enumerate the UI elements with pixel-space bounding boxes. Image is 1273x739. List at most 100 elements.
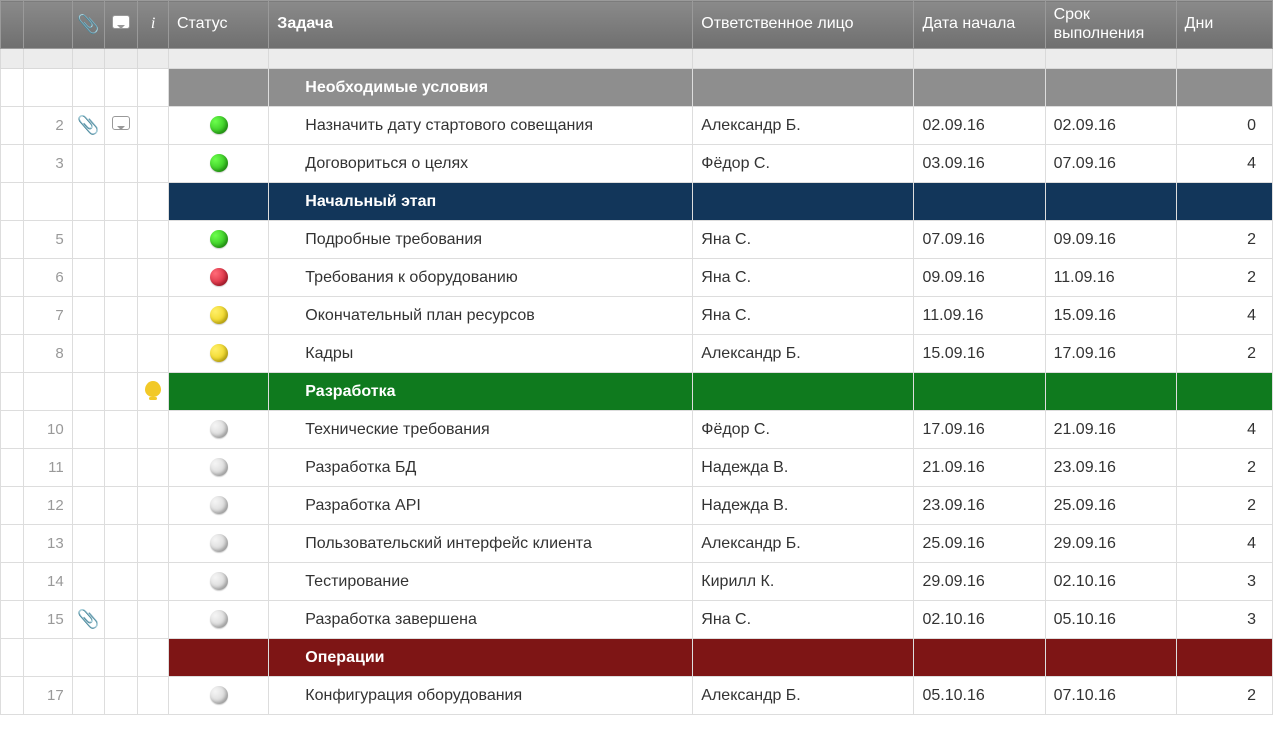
start-cell[interactable]: 05.10.16 bbox=[914, 677, 1045, 715]
status-cell[interactable] bbox=[168, 107, 268, 145]
start-cell[interactable]: 15.09.16 bbox=[914, 335, 1045, 373]
days-cell[interactable]: 2 bbox=[1176, 259, 1272, 297]
table-row[interactable]: 6 Требования к оборудованию Яна С. 09.09… bbox=[1, 259, 1273, 297]
col-status[interactable]: Статус bbox=[168, 1, 268, 49]
col-attachment[interactable]: 📎 bbox=[72, 1, 105, 49]
status-cell[interactable] bbox=[168, 677, 268, 715]
days-cell[interactable]: 3 bbox=[1176, 563, 1272, 601]
col-rownum[interactable] bbox=[23, 1, 72, 49]
table-row[interactable]: 11 Разработка БД Надежда В. 21.09.16 23.… bbox=[1, 449, 1273, 487]
start-cell[interactable]: 07.09.16 bbox=[914, 221, 1045, 259]
days-cell[interactable]: 2 bbox=[1176, 487, 1272, 525]
row-expand[interactable] bbox=[1, 69, 24, 107]
status-cell[interactable] bbox=[168, 525, 268, 563]
col-owner[interactable]: Ответственное лицо bbox=[693, 1, 914, 49]
start-cell[interactable]: 02.09.16 bbox=[914, 107, 1045, 145]
start-cell[interactable]: 23.09.16 bbox=[914, 487, 1045, 525]
status-cell[interactable] bbox=[168, 487, 268, 525]
days-cell[interactable]: 4 bbox=[1176, 525, 1272, 563]
owner-cell[interactable]: Надежда В. bbox=[693, 449, 914, 487]
task-cell[interactable]: Разработка БД bbox=[269, 449, 693, 487]
days-cell[interactable]: 4 bbox=[1176, 145, 1272, 183]
section-row[interactable]: 4 Начальный этап bbox=[1, 183, 1273, 221]
start-cell[interactable]: 02.10.16 bbox=[914, 601, 1045, 639]
col-comments[interactable] bbox=[105, 1, 138, 49]
start-cell[interactable]: 03.09.16 bbox=[914, 145, 1045, 183]
owner-cell[interactable]: Александр Б. bbox=[693, 335, 914, 373]
table-row[interactable]: 7 Окончательный план ресурсов Яна С. 11.… bbox=[1, 297, 1273, 335]
task-cell[interactable]: Кадры bbox=[269, 335, 693, 373]
col-days[interactable]: Дни bbox=[1176, 1, 1272, 49]
status-cell[interactable] bbox=[168, 411, 268, 449]
due-cell[interactable]: 02.10.16 bbox=[1045, 563, 1176, 601]
task-cell[interactable]: Тестирование bbox=[269, 563, 693, 601]
col-due[interactable]: Срок выполнения bbox=[1045, 1, 1176, 49]
days-cell[interactable]: 2 bbox=[1176, 221, 1272, 259]
table-row[interactable]: 2 📎 Назначить дату стартового совещания … bbox=[1, 107, 1273, 145]
task-cell[interactable]: Договориться о целях bbox=[269, 145, 693, 183]
due-cell[interactable]: 25.09.16 bbox=[1045, 487, 1176, 525]
status-cell[interactable] bbox=[168, 297, 268, 335]
table-row[interactable]: 15 📎 Разработка завершена Яна С. 02.10.1… bbox=[1, 601, 1273, 639]
owner-cell[interactable]: Яна С. bbox=[693, 297, 914, 335]
start-cell[interactable]: 25.09.16 bbox=[914, 525, 1045, 563]
task-cell[interactable]: Пользовательский интерфейс клиента bbox=[269, 525, 693, 563]
owner-cell[interactable]: Александр Б. bbox=[693, 525, 914, 563]
owner-cell[interactable]: Надежда В. bbox=[693, 487, 914, 525]
attachment-cell[interactable]: 📎 bbox=[72, 601, 105, 639]
task-cell[interactable]: Разработка API bbox=[269, 487, 693, 525]
status-cell[interactable] bbox=[168, 259, 268, 297]
comment-cell[interactable] bbox=[105, 107, 138, 145]
status-cell[interactable] bbox=[168, 145, 268, 183]
owner-cell[interactable]: Яна С. bbox=[693, 601, 914, 639]
section-row[interactable]: 16 Операции bbox=[1, 639, 1273, 677]
status-cell[interactable] bbox=[168, 601, 268, 639]
due-cell[interactable]: 17.09.16 bbox=[1045, 335, 1176, 373]
col-info[interactable]: i bbox=[138, 1, 169, 49]
due-cell[interactable]: 15.09.16 bbox=[1045, 297, 1176, 335]
days-cell[interactable]: 2 bbox=[1176, 449, 1272, 487]
status-cell[interactable] bbox=[168, 449, 268, 487]
task-cell[interactable]: Требования к оборудованию bbox=[269, 259, 693, 297]
due-cell[interactable]: 07.10.16 bbox=[1045, 677, 1176, 715]
table-row[interactable]: 14 Тестирование Кирилл К. 29.09.16 02.10… bbox=[1, 563, 1273, 601]
table-row[interactable]: 12 Разработка API Надежда В. 23.09.16 25… bbox=[1, 487, 1273, 525]
due-cell[interactable]: 11.09.16 bbox=[1045, 259, 1176, 297]
table-row[interactable]: 5 Подробные требования Яна С. 07.09.16 0… bbox=[1, 221, 1273, 259]
owner-cell[interactable]: Фёдор С. bbox=[693, 411, 914, 449]
due-cell[interactable]: 07.09.16 bbox=[1045, 145, 1176, 183]
due-cell[interactable]: 02.09.16 bbox=[1045, 107, 1176, 145]
days-cell[interactable]: 0 bbox=[1176, 107, 1272, 145]
start-cell[interactable]: 17.09.16 bbox=[914, 411, 1045, 449]
task-cell[interactable]: Подробные требования bbox=[269, 221, 693, 259]
days-cell[interactable]: 4 bbox=[1176, 411, 1272, 449]
table-row[interactable]: 3 Договориться о целях Фёдор С. 03.09.16… bbox=[1, 145, 1273, 183]
table-row[interactable]: 10 Технические требования Фёдор С. 17.09… bbox=[1, 411, 1273, 449]
start-cell[interactable]: 11.09.16 bbox=[914, 297, 1045, 335]
due-cell[interactable]: 21.09.16 bbox=[1045, 411, 1176, 449]
days-cell[interactable]: 4 bbox=[1176, 297, 1272, 335]
attachment-cell[interactable]: 📎 bbox=[72, 107, 105, 145]
task-cell[interactable]: Конфигурация оборудования bbox=[269, 677, 693, 715]
days-cell[interactable]: 2 bbox=[1176, 335, 1272, 373]
task-cell[interactable]: Окончательный план ресурсов bbox=[269, 297, 693, 335]
table-row[interactable]: 13 Пользовательский интерфейс клиента Ал… bbox=[1, 525, 1273, 563]
reminder-cell[interactable] bbox=[138, 373, 169, 411]
owner-cell[interactable]: Яна С. bbox=[693, 259, 914, 297]
days-cell[interactable]: 3 bbox=[1176, 601, 1272, 639]
col-expand[interactable] bbox=[1, 1, 24, 49]
status-cell[interactable] bbox=[168, 335, 268, 373]
section-row[interactable]: 9 Разработка bbox=[1, 373, 1273, 411]
days-cell[interactable]: 2 bbox=[1176, 677, 1272, 715]
task-grid[interactable]: 📎 i Статус Задача Ответственное лицо Дат… bbox=[0, 0, 1273, 715]
filter-row[interactable] bbox=[1, 49, 1273, 69]
owner-cell[interactable]: Фёдор С. bbox=[693, 145, 914, 183]
table-row[interactable]: 8 Кадры Александр Б. 15.09.16 17.09.16 2 bbox=[1, 335, 1273, 373]
owner-cell[interactable]: Александр Б. bbox=[693, 677, 914, 715]
task-cell[interactable]: Назначить дату стартового совещания bbox=[269, 107, 693, 145]
task-cell[interactable]: Разработка завершена bbox=[269, 601, 693, 639]
table-row[interactable]: 17 Конфигурация оборудования Александр Б… bbox=[1, 677, 1273, 715]
section-row[interactable]: 1 Необходимые условия bbox=[1, 69, 1273, 107]
task-cell[interactable]: Технические требования bbox=[269, 411, 693, 449]
due-cell[interactable]: 05.10.16 bbox=[1045, 601, 1176, 639]
